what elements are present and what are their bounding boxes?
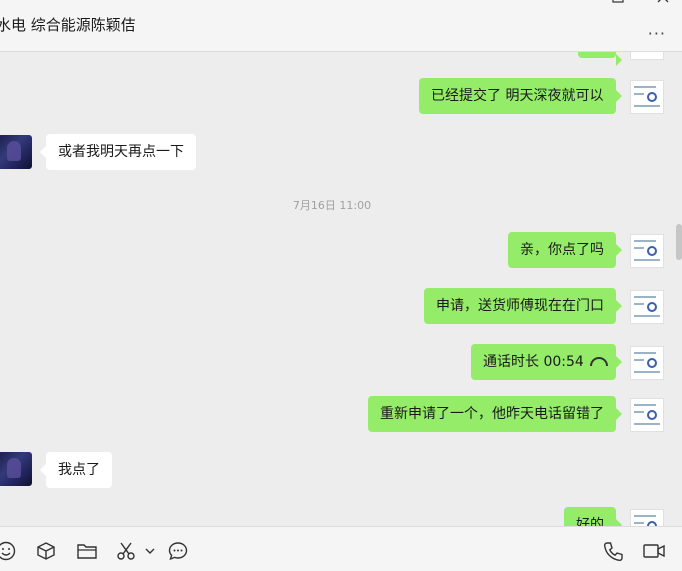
chat-history-icon[interactable] — [168, 541, 188, 561]
message-bubble-partial[interactable] — [578, 52, 622, 66]
my-avatar[interactable] — [630, 234, 664, 268]
emoji-icon[interactable] — [0, 541, 16, 561]
contact-avatar[interactable] — [0, 135, 32, 169]
my-avatar[interactable] — [630, 80, 664, 114]
call-duration-text: 通话时长 00:54 — [483, 354, 584, 370]
video-call-icon[interactable] — [642, 541, 666, 561]
close-icon[interactable] — [656, 0, 670, 9]
my-avatar[interactable] — [630, 290, 664, 324]
my-avatar[interactable] — [630, 52, 664, 60]
message-bubble[interactable]: 好的 — [564, 507, 622, 526]
my-avatar[interactable] — [630, 509, 664, 526]
message-list[interactable]: 已经提交了 明天深夜就可以 或者我明天再点一下 7月16日 11:00 亲，你点… — [0, 52, 682, 526]
more-options-button[interactable]: ··· — [648, 26, 666, 42]
sticker-box-icon[interactable] — [36, 541, 56, 561]
chat-header: 水电 综合能源陈颖佶 ··· — [0, 0, 682, 52]
call-record-bubble[interactable]: 通话时长 00:54 — [471, 344, 622, 380]
chat-title: 水电 综合能源陈颖佶 — [0, 16, 136, 34]
chevron-down-icon[interactable] — [144, 541, 156, 561]
message-bubble[interactable]: 已经提交了 明天深夜就可以 — [419, 78, 622, 114]
message-bubble[interactable]: 亲，你点了吗 — [508, 232, 622, 268]
message-bubble[interactable]: 或者我明天再点一下 — [40, 134, 196, 170]
phone-hangup-icon — [589, 356, 608, 366]
voice-call-icon[interactable] — [602, 541, 623, 562]
my-avatar[interactable] — [630, 398, 664, 432]
message-bubble[interactable]: 重新申请了一个，他昨天电话留错了 — [368, 396, 622, 432]
maximize-icon[interactable] — [612, 0, 624, 9]
scissors-icon[interactable] — [116, 541, 136, 561]
folder-icon[interactable] — [76, 541, 97, 561]
input-toolbar — [0, 526, 682, 571]
message-bubble[interactable]: 我点了 — [40, 452, 112, 488]
message-timestamp: 7月16日 11:00 — [292, 199, 372, 212]
my-avatar[interactable] — [630, 346, 664, 380]
contact-avatar[interactable] — [0, 452, 32, 486]
message-bubble[interactable]: 申请，送货师傅现在在门口 — [424, 288, 622, 324]
scrollbar-thumb[interactable] — [676, 224, 682, 260]
